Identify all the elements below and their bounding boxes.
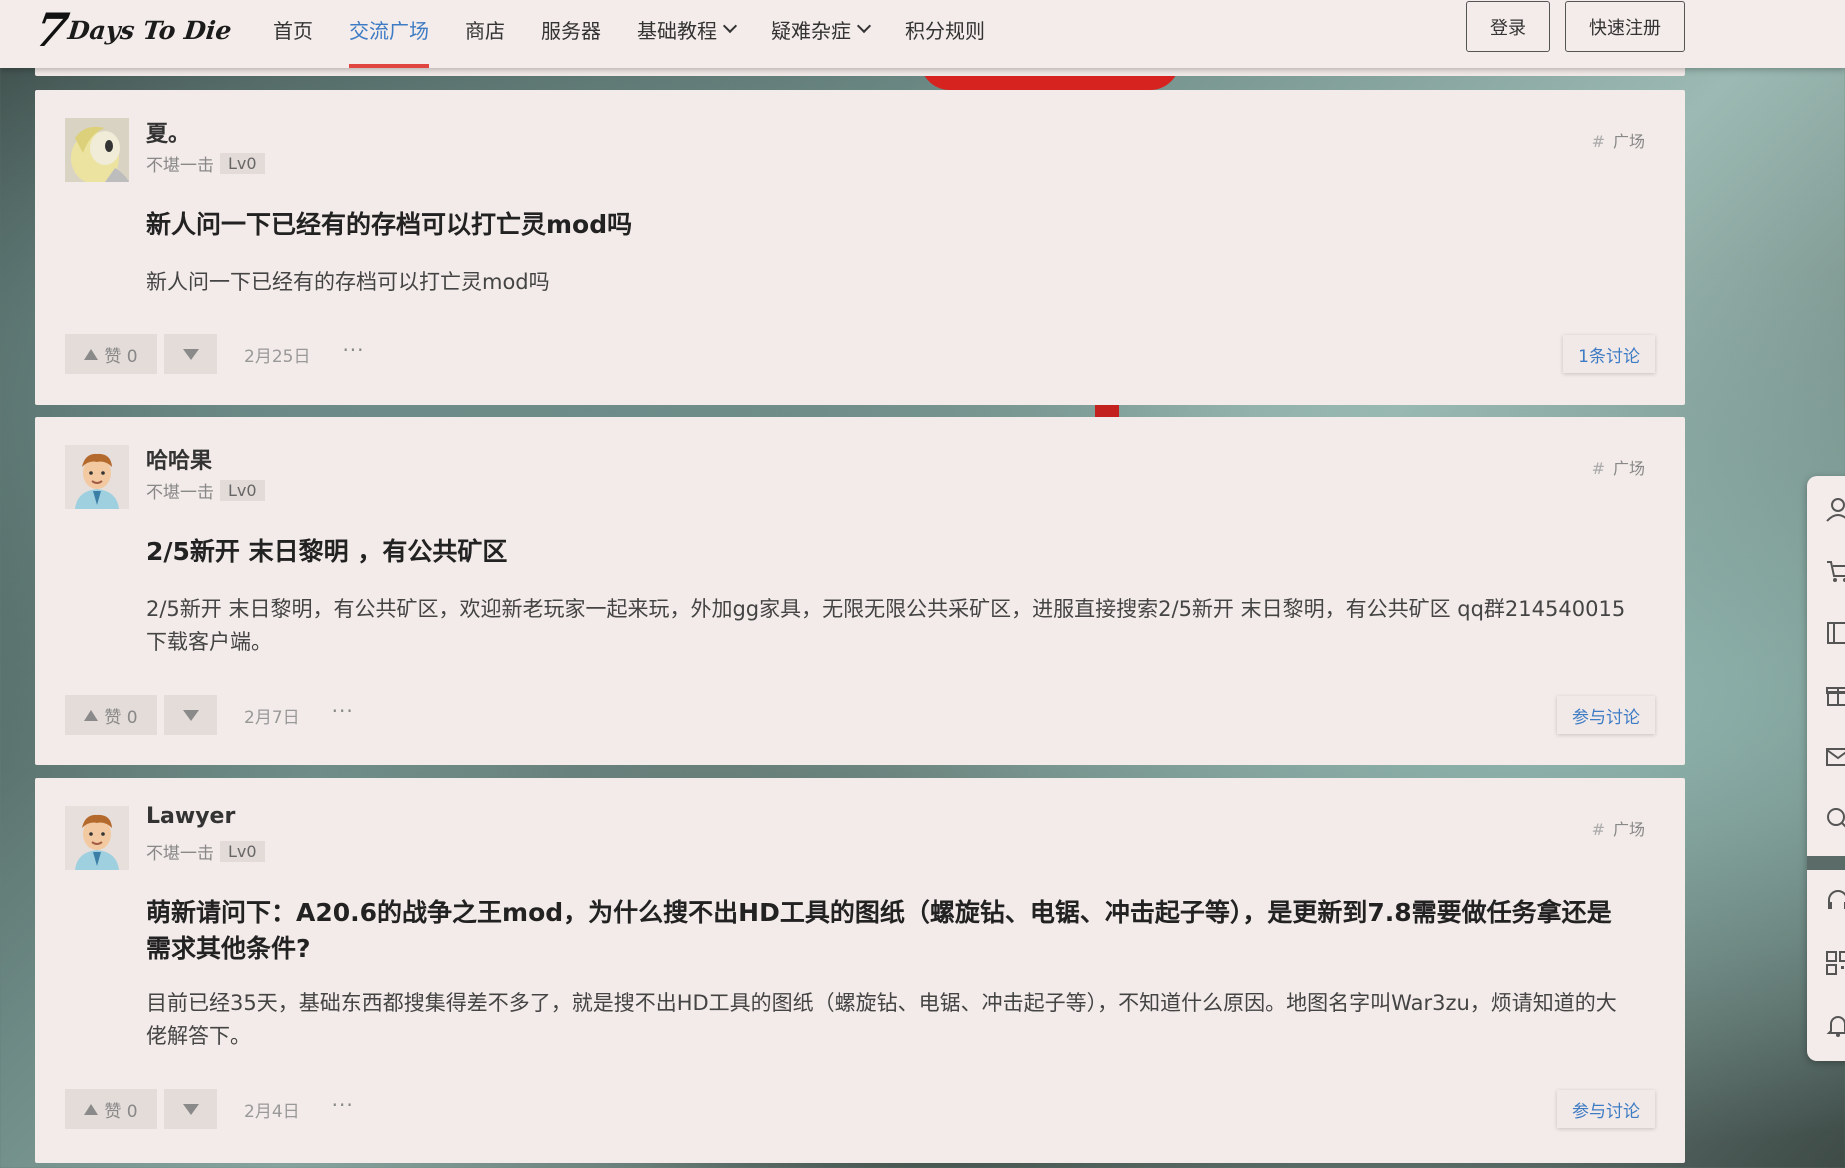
like-count: 赞 0 (104, 346, 138, 367)
bell-icon[interactable] (1825, 1012, 1845, 1038)
post-tag[interactable]: # 广场 (1592, 816, 1645, 840)
post-card[interactable]: 哈哈果 不堪一击 Lv0 # 广场 2/5新开 末日黎明 ，有公共矿区 2/5新开… (35, 417, 1685, 765)
tag-label: 广场 (1612, 459, 1645, 478)
user-meta: 不堪一击 Lv0 (146, 839, 265, 864)
nav-item-label: 基础教程 (637, 18, 717, 43)
avatar[interactable] (65, 806, 129, 870)
chevron-down-icon (856, 18, 872, 34)
avatar[interactable] (65, 445, 129, 509)
downvote-button[interactable] (164, 334, 217, 374)
user-meta: 不堪一击 Lv0 (146, 478, 265, 503)
post-body: 目前已经35天，基础东西都搜集得差不多了，就是搜不出HD工具的图纸（螺旋钻、电锯… (146, 991, 1617, 1048)
avatar[interactable] (65, 118, 129, 182)
discuss-button[interactable]: 1条讨论 (1563, 335, 1655, 373)
nav-item[interactable]: 服务器 (523, 0, 619, 58)
username[interactable]: 哈哈果 (146, 443, 212, 475)
post-tag[interactable]: # 广场 (1592, 455, 1645, 479)
nav-item[interactable]: 首页 (255, 0, 331, 58)
headset-icon[interactable] (1825, 888, 1845, 914)
user-icon[interactable] (1825, 496, 1845, 522)
like-count: 赞 0 (104, 1101, 138, 1122)
hash-icon: # (1591, 459, 1605, 478)
hash-icon: # (1591, 820, 1605, 839)
post-body: 新人问一下已经有的存档可以打亡灵mod吗 (146, 270, 550, 294)
right-toolbar (1807, 476, 1845, 1061)
like-count: 赞 0 (104, 707, 138, 728)
more-icon[interactable]: ··· (332, 1093, 354, 1117)
level-badge: Lv0 (220, 153, 265, 174)
nav-item-label: 首页 (273, 18, 313, 43)
tag-label: 广场 (1612, 820, 1645, 839)
hash-icon: # (1591, 132, 1605, 151)
post-date: 2月25日 (244, 346, 311, 367)
upvote-icon (84, 1103, 99, 1115)
downvote-icon (182, 709, 199, 721)
user-rank: 不堪一击 (146, 156, 214, 176)
upvote-icon (84, 709, 99, 721)
search-icon[interactable] (1825, 806, 1845, 832)
nav-item-label: 服务器 (541, 18, 601, 43)
logo-text: Days To Die (66, 15, 233, 45)
like-button[interactable]: 赞 0 (65, 334, 157, 374)
post-title[interactable]: 新人问一下已经有的存档可以打亡灵mod吗 (146, 207, 1636, 243)
tag-label: 广场 (1612, 132, 1645, 151)
nav-item[interactable]: 基础教程 (619, 0, 753, 58)
toolbar-divider (1807, 856, 1845, 870)
login-button[interactable]: 登录 (1466, 1, 1550, 52)
cart-icon[interactable] (1825, 558, 1845, 584)
post-card[interactable]: Lawyer 不堪一击 Lv0 # 广场 萌新请问下：A20.6的战争之王mod，… (35, 778, 1685, 1163)
post-title[interactable]: 萌新请问下：A20.6的战争之王mod，为什么搜不出HD工具的图纸（螺旋钻、电锯… (146, 895, 1636, 967)
post-card[interactable]: 夏。 不堪一击 Lv0 # 广场 新人问一下已经有的存档可以打亡灵mod吗 新人问… (35, 90, 1685, 405)
discuss-button[interactable]: 参与讨论 (1557, 696, 1655, 734)
nav-item[interactable]: 积分规则 (887, 0, 1003, 58)
site-logo[interactable]: 7 Days To Die (31, 0, 233, 60)
nav-item-label: 交流广场 (349, 18, 429, 43)
post-body: 2/5新开 末日黎明，有公共矿区，欢迎新老玩家一起来玩，外加gg家具，无限无限公… (146, 597, 1626, 654)
username[interactable]: Lawyer (146, 804, 235, 829)
downvote-button[interactable] (164, 1089, 217, 1129)
discuss-button[interactable]: 参与讨论 (1557, 1090, 1655, 1128)
downvote-button[interactable] (164, 695, 217, 735)
nav-item-label: 疑难杂症 (771, 18, 851, 43)
user-meta: 不堪一击 Lv0 (146, 151, 265, 176)
user-rank: 不堪一击 (146, 844, 214, 864)
gift-icon[interactable] (1825, 682, 1845, 708)
downvote-icon (182, 1103, 199, 1115)
post-actions: 赞 0 2月25日 ··· (65, 334, 365, 374)
post-date: 2月4日 (244, 1101, 300, 1122)
like-button[interactable]: 赞 0 (65, 1089, 157, 1129)
post-tag[interactable]: # 广场 (1592, 128, 1645, 152)
qrcode-icon[interactable] (1825, 950, 1845, 976)
background-art-detail (1095, 404, 1119, 418)
upvote-icon (84, 348, 99, 360)
site-header: 7 Days To Die 首页 交流广场 商店 服务器 基础教程 疑难杂症 积分规则 登录… (0, 0, 1845, 68)
nav-item-label: 积分规则 (905, 18, 985, 43)
post-actions: 赞 0 2月7日 ··· (65, 695, 354, 735)
more-icon[interactable]: ··· (332, 699, 354, 723)
more-icon[interactable]: ··· (342, 338, 364, 362)
like-button[interactable]: 赞 0 (65, 695, 157, 735)
downvote-icon (182, 348, 199, 360)
nav-item[interactable]: 疑难杂症 (753, 0, 887, 58)
nav-item[interactable]: 商店 (447, 0, 523, 58)
mail-icon[interactable] (1825, 744, 1845, 770)
chevron-down-icon (722, 18, 738, 34)
book-icon[interactable] (1825, 620, 1845, 646)
level-badge: Lv0 (220, 480, 265, 501)
nav-item-label: 商店 (465, 18, 505, 43)
nav-item[interactable]: 交流广场 (331, 0, 447, 68)
level-badge: Lv0 (220, 841, 265, 862)
main-nav: 首页 交流广场 商店 服务器 基础教程 疑难杂症 积分规则 (255, 0, 1003, 68)
post-actions: 赞 0 2月4日 ··· (65, 1089, 354, 1129)
user-rank: 不堪一击 (146, 483, 214, 503)
logo-seven: 7 (31, 3, 71, 57)
username[interactable]: 夏。 (146, 116, 190, 148)
post-date: 2月7日 (244, 707, 300, 728)
post-title[interactable]: 2/5新开 末日黎明 ，有公共矿区 (146, 534, 1636, 570)
register-button[interactable]: 快速注册 (1565, 1, 1685, 52)
